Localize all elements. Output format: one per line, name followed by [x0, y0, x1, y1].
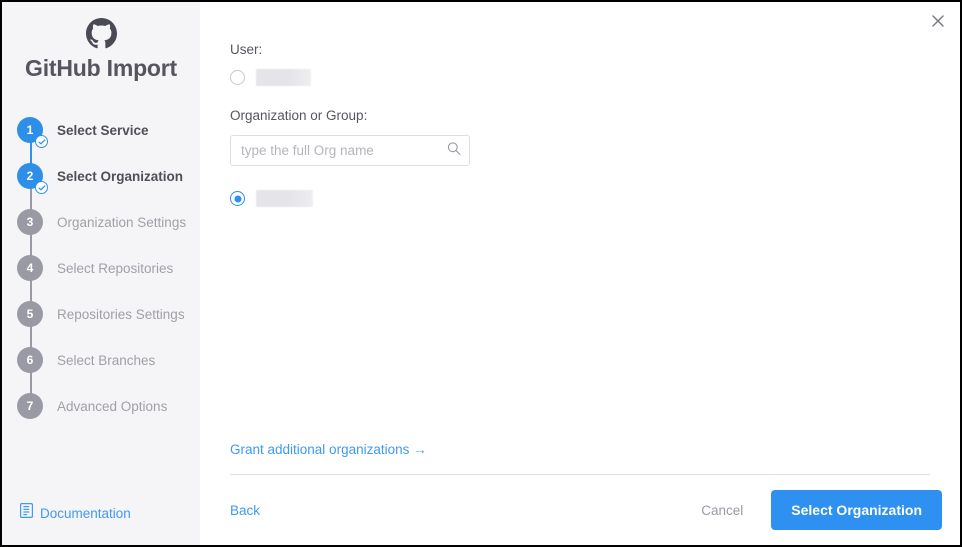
cancel-button[interactable]: Cancel [701, 503, 743, 518]
back-button[interactable]: Back [230, 503, 260, 518]
check-icon [35, 135, 48, 148]
step-label: Advanced Options [57, 398, 168, 414]
sidebar-step-5[interactable]: 5 Repositories Settings [10, 291, 200, 360]
step-label: Repositories Settings [57, 306, 185, 322]
step-number-badge: 7 [17, 393, 43, 419]
step-number-badge: 6 [17, 347, 43, 373]
documentation-link[interactable]: Documentation [20, 503, 131, 523]
step-label: Organization Settings [57, 214, 187, 230]
step-badge-wrap: 6 [17, 347, 43, 373]
user-name-redacted [256, 69, 311, 86]
user-radio[interactable] [230, 70, 245, 85]
documentation-label: Documentation [40, 505, 131, 521]
sidebar-step-1[interactable]: 1 Select Service [10, 107, 200, 176]
user-section-label: User: [230, 42, 263, 57]
select-organization-button[interactable]: Select Organization [771, 490, 942, 530]
sidebar: GitHub Import 1 Select Service 2 Select … [2, 2, 200, 545]
org-search-wrap [230, 135, 470, 166]
grant-additional-organizations-link[interactable]: Grant additional organizations → [230, 442, 427, 457]
user-option-row[interactable] [230, 69, 930, 86]
form-content: User: Organization or Group: [228, 42, 930, 229]
step-label: Select Service [57, 122, 149, 138]
footer: Back Cancel Select Organization [230, 490, 942, 530]
org-search-input[interactable] [230, 135, 470, 166]
sidebar-step-2[interactable]: 2 Select Organization [10, 153, 200, 222]
check-icon [35, 181, 48, 194]
footer-divider [230, 474, 930, 475]
step-badge-wrap: 4 [17, 255, 43, 281]
step-badge-wrap: 1 [17, 117, 48, 148]
main-panel: User: Organization or Group: type the fu… [200, 2, 960, 545]
sidebar-step-4[interactable]: 4 Select Repositories [10, 245, 200, 314]
github-logo-icon [2, 18, 200, 49]
step-number-badge: 5 [17, 301, 43, 327]
document-icon [20, 503, 34, 523]
step-badge-wrap: 7 [17, 393, 43, 419]
step-label: Select Branches [57, 352, 156, 368]
org-option-row[interactable] [228, 189, 930, 208]
github-import-dialog: GitHub Import 1 Select Service 2 Select … [2, 2, 960, 545]
sidebar-step-3[interactable]: 3 Organization Settings [10, 199, 200, 268]
org-name-redacted [256, 190, 313, 207]
close-icon[interactable] [926, 9, 950, 33]
footer-actions: Cancel Select Organization [701, 490, 942, 530]
step-badge-wrap: 5 [17, 301, 43, 327]
step-label: Select Organization [57, 168, 184, 184]
step-badge-wrap: 3 [17, 209, 43, 235]
org-section-label: Organization or Group: [230, 108, 368, 123]
sidebar-step-6[interactable]: 6 Select Branches [10, 337, 200, 406]
org-radio[interactable] [228, 189, 247, 208]
page-title: GitHub Import [25, 55, 177, 81]
step-badge-wrap: 2 [17, 163, 48, 194]
step-number-badge: 3 [17, 209, 43, 235]
brand-header: GitHub Import [2, 2, 200, 83]
sidebar-step-7[interactable]: 7 Advanced Options [10, 383, 200, 429]
step-label: Select Repositories [57, 260, 174, 276]
step-number-badge: 4 [17, 255, 43, 281]
step-list: 1 Select Service 2 Select Organization 3… [2, 107, 200, 429]
